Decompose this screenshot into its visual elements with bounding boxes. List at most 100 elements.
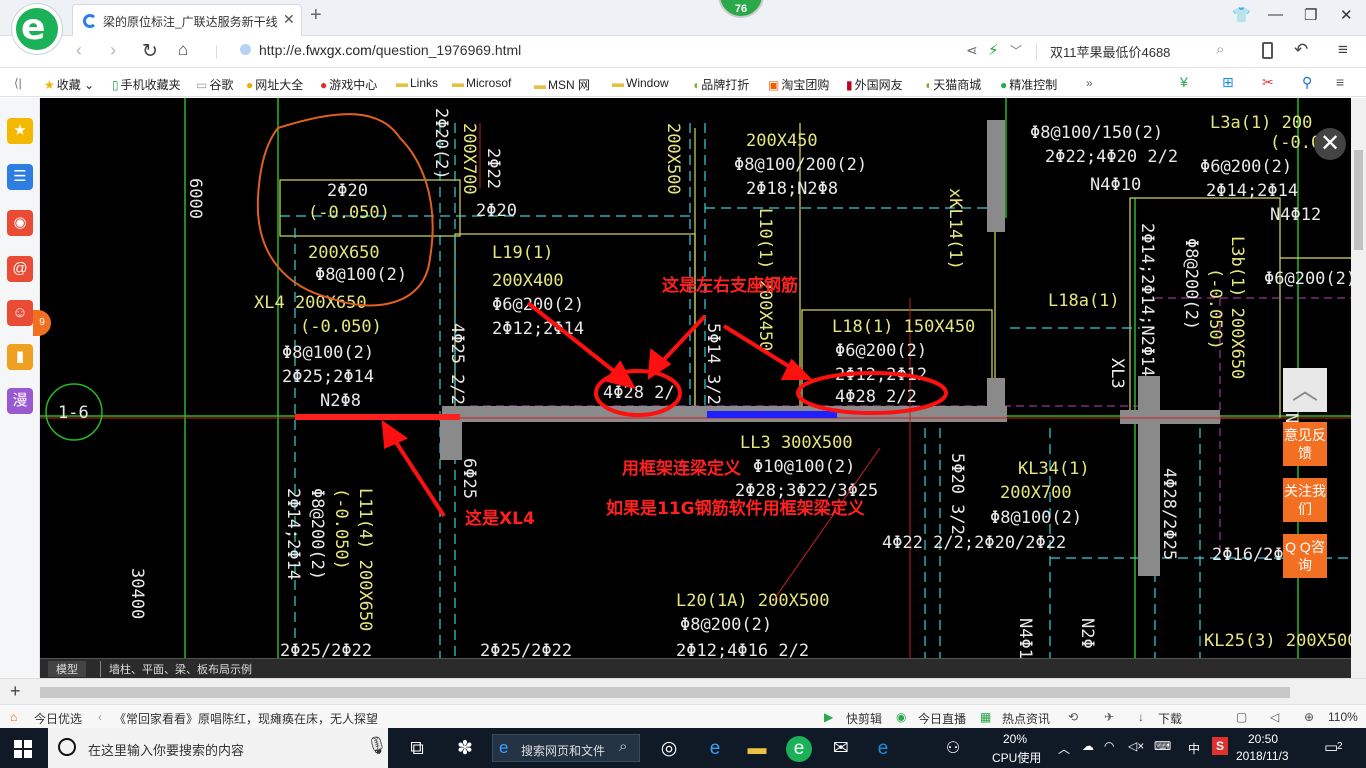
- reload-icon[interactable]: ↻: [142, 40, 158, 63]
- url-field[interactable]: http://e.fwxgx.com/question_1976969.html: [259, 42, 521, 58]
- menu-icon[interactable]: ≡: [1338, 40, 1348, 60]
- clock-date[interactable]: 2018/11/3: [1236, 749, 1289, 763]
- sidebar-toggle-icon[interactable]: ⟨|: [14, 76, 22, 90]
- download-link[interactable]: 下载: [1158, 710, 1182, 727]
- windows-start-icon[interactable]: [14, 740, 32, 758]
- edge-browser-icon[interactable]: e: [870, 736, 896, 762]
- bookmark-more[interactable]: »: [1086, 76, 1093, 90]
- undo-icon[interactable]: ↶: [1294, 40, 1308, 60]
- zoom-level[interactable]: 110%: [1328, 710, 1358, 724]
- mail-app-icon[interactable]: ✉: [828, 736, 854, 762]
- clip-icon[interactable]: ▶: [824, 710, 833, 724]
- taskbar-search[interactable]: 在这里输入你要搜索的内容 🎙: [48, 728, 388, 768]
- news-ticker[interactable]: 《常回家看看》原唱陈红，现瘫痪在床，无人探望: [114, 710, 378, 727]
- volume-icon[interactable]: ◁×: [1128, 739, 1144, 753]
- bookmark-links[interactable]: ▬ Links: [396, 76, 438, 90]
- bookmark-google[interactable]: ▭ 谷歌: [196, 76, 233, 93]
- sound-icon[interactable]: ◁: [1270, 710, 1279, 724]
- pin-icon[interactable]: ✈: [1104, 710, 1114, 724]
- weibo-icon[interactable]: ◉: [7, 210, 33, 236]
- extension-icon[interactable]: ⊞: [1222, 74, 1234, 91]
- currency-icon[interactable]: ¥: [1180, 74, 1188, 90]
- plus-icon[interactable]: +: [10, 681, 21, 702]
- restore-button[interactable]: ❐: [1304, 6, 1317, 24]
- kuaijian-link[interactable]: 快剪辑: [846, 710, 882, 727]
- taskbar-web-search[interactable]: e 搜索网页和文件 ⌕: [492, 734, 640, 762]
- 2345-browser-icon[interactable]: e: [786, 736, 812, 762]
- home-icon[interactable]: ⌂: [178, 40, 188, 60]
- bookmark-favorites[interactable]: ★ 收藏 ⌄: [44, 76, 94, 93]
- bookmark-foreign[interactable]: ▮ 外国网友: [846, 76, 903, 93]
- zoom-icon[interactable]: ⊕: [1304, 710, 1314, 724]
- bookmark-nav[interactable]: ● 网址大全: [246, 76, 303, 93]
- bookmark-microsoft[interactable]: ▬ Microsof: [452, 76, 511, 90]
- people-icon[interactable]: ⚇: [940, 736, 966, 762]
- comic-icon[interactable]: 漫: [7, 388, 33, 414]
- forward-icon[interactable]: ›: [110, 40, 116, 61]
- new-tab-button[interactable]: +: [310, 4, 322, 27]
- close-image-button[interactable]: ✕: [1314, 128, 1346, 160]
- cut-icon[interactable]: ✂: [1262, 74, 1274, 91]
- follow-button[interactable]: 关注我们: [1283, 478, 1327, 522]
- news-prev-icon[interactable]: ‹: [98, 710, 102, 724]
- bookmark-brand[interactable]: ◖ 品牌打折: [692, 76, 749, 93]
- browser-logo-icon[interactable]: e: [12, 4, 62, 54]
- vertical-scroll-thumb[interactable]: [1354, 150, 1363, 250]
- skin-icon[interactable]: 👕: [1232, 6, 1251, 24]
- bookmark-games[interactable]: ● 游戏中心: [320, 76, 377, 93]
- news-icon[interactable]: ▦: [980, 710, 991, 724]
- menu-icon[interactable]: ≡: [1336, 74, 1344, 90]
- tab-close-icon[interactable]: ✕: [283, 11, 295, 28]
- phone-icon[interactable]: [1262, 42, 1273, 59]
- live-icon[interactable]: ◉: [896, 710, 906, 724]
- ime-indicator[interactable]: 中: [1188, 740, 1200, 757]
- feedback-button[interactable]: 意见反馈: [1283, 422, 1327, 466]
- game-icon[interactable]: ☺: [7, 300, 33, 326]
- security-icon[interactable]: [240, 44, 251, 55]
- network-icon[interactable]: ☁: [1082, 739, 1094, 753]
- browser-360-icon[interactable]: ◎: [656, 736, 682, 762]
- fan-app-icon[interactable]: ✽: [452, 736, 478, 762]
- search-icon[interactable]: ⌕: [1216, 41, 1224, 58]
- horizontal-scroll-thumb[interactable]: [40, 687, 1290, 698]
- bookmark-msn[interactable]: ▬ MSN 网: [534, 76, 590, 93]
- mail-icon[interactable]: @: [7, 256, 33, 282]
- back-icon[interactable]: ‹: [76, 40, 82, 61]
- bookmark-taobao[interactable]: ▣ 淘宝团购: [768, 76, 829, 93]
- book-icon[interactable]: ▮: [7, 344, 33, 370]
- bookmark-precise[interactable]: ● 精准控制: [1000, 76, 1057, 93]
- download-icon[interactable]: ↓: [1138, 710, 1144, 724]
- scroll-top-button[interactable]: ︿: [1283, 368, 1327, 412]
- sogou-icon[interactable]: S: [1212, 737, 1229, 755]
- tray-expand-icon[interactable]: ︿: [1058, 740, 1070, 757]
- cad-drawing[interactable]: 1-6 6000 30400 2Φ20 (-0.050) 200X650 Φ8@…: [40, 98, 1351, 678]
- keyboard-icon[interactable]: ⌨: [1154, 739, 1171, 753]
- tab-active[interactable]: 梁的原位标注_广联达服务新干线 ✕: [72, 4, 302, 36]
- qq-consult-button[interactable]: Q Q咨询: [1283, 534, 1327, 578]
- bookmark-mobile[interactable]: ▯ 手机收藏夹: [112, 76, 181, 93]
- microphone-icon[interactable]: 🎙: [366, 736, 388, 756]
- refresh-icon[interactable]: ⟲: [1068, 710, 1078, 724]
- task-view-icon[interactable]: ⧉: [404, 736, 430, 762]
- share-icon[interactable]: ⋖: [966, 42, 978, 59]
- speed-mode-icon[interactable]: ⚡: [988, 41, 999, 59]
- minimize-button[interactable]: —: [1268, 6, 1283, 23]
- search-suggestion[interactable]: 双11苹果最低价4688: [1050, 42, 1170, 61]
- tab-layout[interactable]: 墙柱、平面、梁、板布局示例: [100, 661, 260, 677]
- today-picks[interactable]: 今日优选: [34, 710, 82, 727]
- live-link[interactable]: 今日直播: [918, 710, 966, 727]
- bookmark-windows[interactable]: ▬ Window: [612, 76, 669, 90]
- wifi-icon[interactable]: ◠: [1104, 739, 1114, 753]
- close-window-button[interactable]: ✕: [1340, 6, 1353, 24]
- star-icon[interactable]: ★: [7, 118, 33, 144]
- speed-badge[interactable]: 76: [718, 0, 764, 18]
- list-icon[interactable]: ☰: [7, 164, 33, 190]
- bookmark-tmall[interactable]: ◖ 天猫商城: [924, 76, 981, 93]
- clock-time[interactable]: 20:50: [1248, 732, 1278, 746]
- ie-icon[interactable]: e: [702, 736, 728, 762]
- magnifier-icon[interactable]: ⚲: [1302, 74, 1312, 91]
- window-icon[interactable]: ▢: [1236, 710, 1247, 724]
- hot-news-link[interactable]: 热点资讯: [1002, 710, 1050, 727]
- tab-model[interactable]: 模型: [48, 661, 86, 677]
- file-explorer-icon[interactable]: ▬: [744, 736, 770, 762]
